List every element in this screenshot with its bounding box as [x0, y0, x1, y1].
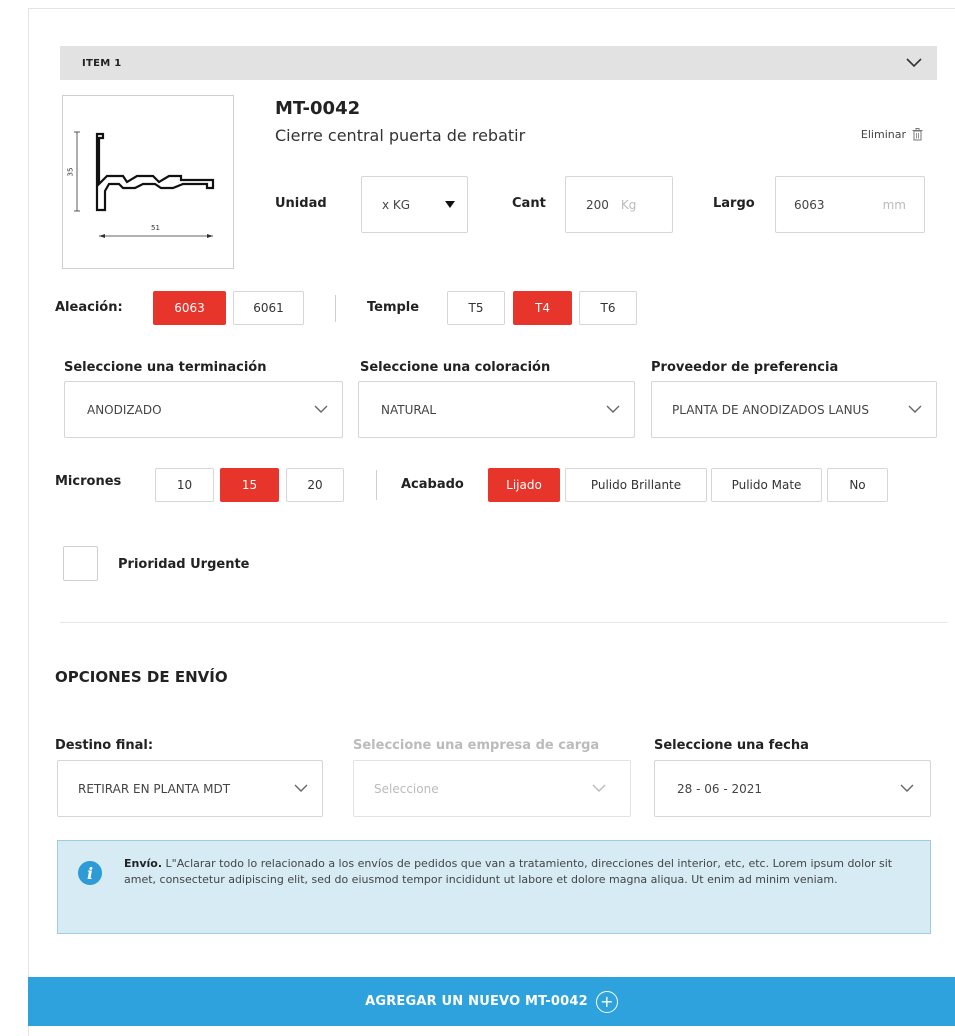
terminacion-label: Seleccione una terminación: [64, 360, 267, 375]
acabado-option-pulido-brillante[interactable]: Pulido Brillante: [565, 468, 707, 502]
section-divider: [60, 622, 947, 623]
info-icon: i: [78, 861, 102, 885]
cant-unit: Kg: [620, 197, 637, 212]
micrones-option-10[interactable]: 10: [155, 468, 214, 502]
temple-option-t4[interactable]: T4: [513, 291, 572, 325]
unidad-value: x KG: [382, 197, 411, 212]
chevron-down-icon: [592, 784, 606, 792]
terminacion-value: ANODIZADO: [87, 402, 162, 417]
fecha-select[interactable]: 28 - 06 - 2021: [654, 760, 931, 817]
aleacion-option-6061[interactable]: 6061: [233, 291, 304, 325]
cant-label: Cant: [512, 196, 546, 211]
aleacion-option-6063[interactable]: 6063: [153, 291, 226, 325]
largo-unit: mm: [882, 197, 906, 212]
coloracion-select[interactable]: NATURAL: [358, 381, 635, 438]
item-header-label: ITEM 1: [82, 57, 122, 69]
fecha-label: Seleccione una fecha: [654, 738, 809, 753]
info-title: Envío.: [124, 857, 163, 870]
acabado-option-lijado[interactable]: Lijado: [488, 468, 560, 502]
add-new-item-label: AGREGAR UN NUEVO MT-0042: [365, 994, 588, 1009]
proveedor-value: PLANTA DE ANODIZADOS LANUS: [672, 402, 869, 417]
plus-circle-icon: +: [595, 990, 618, 1013]
prioridad-label: Prioridad Urgente: [118, 557, 250, 572]
profile-drawing: [74, 131, 215, 238]
chevron-down-icon[interactable]: [905, 57, 923, 69]
terminacion-select[interactable]: ANODIZADO: [64, 381, 343, 438]
unidad-label: Unidad: [275, 196, 327, 211]
product-description: Cierre central puerta de rebatir: [275, 126, 526, 145]
divider: [376, 470, 377, 500]
delete-button[interactable]: Eliminar: [861, 128, 923, 141]
chevron-down-icon: [314, 405, 328, 413]
shipping-info-box: i Envío. L"Aclarar todo lo relacionado a…: [57, 840, 931, 934]
empresa-label: Seleccione una empresa de carga: [353, 738, 600, 753]
chevron-down-icon: [606, 405, 620, 413]
dropdown-arrow-icon: [445, 200, 455, 208]
chevron-down-icon: [294, 784, 308, 792]
destino-select[interactable]: RETIRAR EN PLANTA MDT: [57, 760, 323, 817]
micrones-option-20[interactable]: 20: [286, 468, 344, 502]
chevron-down-icon: [900, 784, 914, 792]
coloracion-value: NATURAL: [381, 402, 437, 417]
add-new-item-button[interactable]: AGREGAR UN NUEVO MT-0042 +: [28, 977, 955, 1026]
product-image: 35 51: [62, 95, 234, 269]
destino-value: RETIRAR EN PLANTA MDT: [78, 781, 231, 796]
acabado-label: Acabado: [401, 477, 464, 492]
cant-value: 200: [586, 197, 609, 212]
info-body: L"Aclarar todo lo relacionado a los enví…: [124, 857, 893, 886]
chevron-down-icon: [908, 405, 922, 413]
fecha-value: 28 - 06 - 2021: [677, 781, 762, 796]
proveedor-select[interactable]: PLANTA DE ANODIZADOS LANUS: [651, 381, 937, 438]
temple-option-t6[interactable]: T6: [579, 291, 637, 325]
empresa-select[interactable]: Seleccione: [353, 760, 631, 817]
unidad-select[interactable]: x KG: [361, 176, 468, 233]
acabado-option-no[interactable]: No: [827, 468, 888, 502]
micrones-label: Micrones: [55, 474, 122, 489]
temple-label: Temple: [367, 300, 420, 315]
item-header[interactable]: ITEM 1: [60, 46, 937, 80]
largo-label: Largo: [713, 196, 755, 211]
delete-label: Eliminar: [860, 128, 906, 141]
empresa-placeholder: Seleccione: [374, 781, 439, 796]
destino-label: Destino final:: [55, 738, 154, 753]
aleacion-label: Aleación:: [55, 300, 123, 315]
trash-icon: [912, 128, 923, 141]
divider: [335, 295, 336, 322]
temple-option-t5[interactable]: T5: [447, 291, 505, 325]
proveedor-label: Proveedor de preferencia: [651, 360, 839, 375]
height-dimension-label: 35: [66, 167, 75, 177]
acabado-option-pulido-mate[interactable]: Pulido Mate: [711, 468, 822, 502]
shipping-section-title: OPCIONES DE ENVÍO: [55, 668, 228, 686]
width-dimension-label: 51: [151, 224, 160, 232]
shipping-info-text: Envío. L"Aclarar todo lo relacionado a l…: [124, 856, 904, 888]
prioridad-checkbox[interactable]: [63, 546, 98, 581]
cant-input[interactable]: 200 Kg: [565, 176, 673, 233]
product-code: MT-0042: [275, 98, 361, 119]
coloracion-label: Seleccione una coloración: [360, 360, 551, 375]
largo-input[interactable]: 6063 mm: [775, 176, 925, 233]
micrones-option-15[interactable]: 15: [220, 468, 279, 502]
largo-value: 6063: [794, 197, 825, 212]
